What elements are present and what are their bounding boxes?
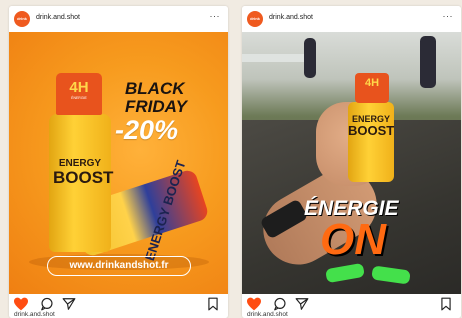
- share-icon[interactable]: [294, 297, 310, 311]
- bookmark-icon[interactable]: [438, 297, 454, 311]
- post-image[interactable]: 4H ENERGY BOOST ÉNERGIE ON: [242, 32, 461, 294]
- heart-icon[interactable]: [13, 297, 29, 311]
- post-card: drink and shot drink.and.shot ··· 4H ENE…: [242, 6, 461, 318]
- post-header: drink and shot drink.and.shot ···: [242, 6, 461, 53]
- bottle-cap-subtext: ÉNERGIE: [71, 96, 87, 100]
- post-footer: drink.and.shot: [242, 294, 461, 318]
- more-icon[interactable]: ···: [210, 11, 221, 21]
- bottle-label-big: BOOST: [348, 123, 395, 138]
- comment-icon[interactable]: [272, 297, 288, 311]
- bottle-label: ENERGY BOOST: [53, 158, 114, 187]
- avatar[interactable]: drink and shot: [14, 11, 30, 53]
- promo-line-1: BLACK: [125, 79, 185, 98]
- bottle-cap-text: 4H: [69, 79, 89, 96]
- website-pill: www.drinkandshot.fr: [47, 256, 191, 276]
- background-runner: [420, 36, 436, 88]
- promo-line-2: FRIDAY: [125, 97, 188, 116]
- footer-username[interactable]: drink.and.shot: [247, 311, 288, 318]
- bottle-cap-text: 4H: [364, 77, 380, 89]
- avatar[interactable]: drink and shot: [247, 11, 263, 53]
- comment-icon[interactable]: [39, 297, 55, 311]
- post-image[interactable]: ENERGY BOOST 4H ÉNERGIE ENERGY BOOST BLA…: [9, 32, 228, 294]
- share-icon[interactable]: [61, 297, 77, 311]
- post-footer: drink.and.shot: [9, 294, 228, 318]
- footer-username[interactable]: drink.and.shot: [14, 311, 55, 318]
- post-username[interactable]: drink.and.shot: [36, 14, 80, 21]
- drinks-table: [242, 54, 312, 62]
- background-runner: [304, 38, 316, 78]
- heart-icon[interactable]: [246, 297, 262, 311]
- bottle-label-big: BOOST: [53, 168, 114, 187]
- bookmark-icon[interactable]: [205, 297, 221, 311]
- headline-line-2: ON: [320, 215, 386, 264]
- post-header: drink and shot drink.and.shot ···: [9, 6, 228, 53]
- bottle-label: ENERGY BOOST: [348, 114, 394, 138]
- promo-discount: -20%: [115, 115, 179, 145]
- post-username[interactable]: drink.and.shot: [269, 14, 313, 21]
- more-icon[interactable]: ···: [443, 11, 454, 21]
- post-card: drink and shot drink.and.shot ··· ENERGY…: [9, 6, 228, 318]
